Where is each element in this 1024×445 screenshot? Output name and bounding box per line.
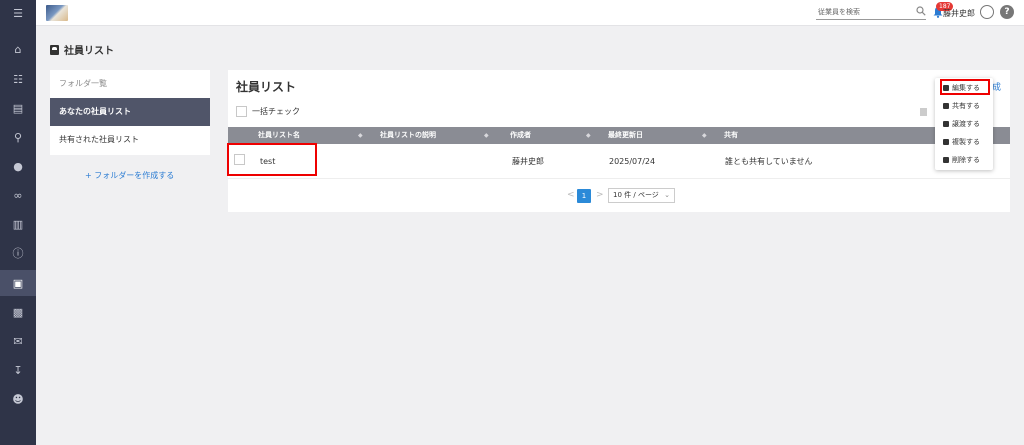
page-size-select[interactable]: 10 件 / ページ ⌄ — [608, 188, 675, 203]
page-size-value: 10 件 / ページ — [613, 191, 659, 199]
folder-item-your-lists[interactable]: あなたの社員リスト — [50, 98, 210, 126]
mail-icon[interactable]: ✉ — [0, 328, 36, 354]
search-icon[interactable] — [916, 6, 926, 16]
menu-icon[interactable]: ☰ — [0, 0, 36, 26]
search-placeholder: 従業員を検索 — [818, 8, 860, 16]
logo[interactable] — [46, 5, 68, 21]
menu-item-share[interactable]: 共有する — [935, 97, 993, 115]
main-panel: 社員リスト 成 一括チェック 社員リスト名 ◆ 社員リストの説明 ◆ 作成者 ◆… — [227, 70, 1010, 212]
document-icon[interactable]: ▤ — [0, 95, 36, 121]
menu-item-copy[interactable]: 複製する — [935, 133, 993, 151]
sort-icon[interactable]: ◆ — [586, 127, 591, 144]
column-header-name[interactable]: 社員リスト名 — [258, 127, 300, 144]
menu-item-label: 削除する — [952, 156, 980, 164]
chart-icon[interactable]: ▥ — [0, 211, 36, 237]
annotation-highlight — [227, 143, 317, 176]
top-bar: 従業員を検索 187 藤井史郎 ? — [36, 0, 1024, 26]
row-updated: 2025/07/24 — [609, 157, 656, 166]
chevron-down-icon: ⌄ — [664, 191, 670, 199]
sort-icon[interactable]: ◆ — [484, 127, 489, 144]
menu-item-label: 複製する — [952, 138, 980, 146]
pagination: < 1 > 10 件 / ページ ⌄ — [228, 188, 1010, 204]
trash-icon — [920, 108, 927, 116]
prev-page-button[interactable]: < — [567, 190, 575, 200]
info-icon[interactable]: ⓘ — [0, 240, 36, 266]
sort-icon[interactable]: ◆ — [358, 127, 363, 144]
avatar[interactable] — [980, 5, 994, 19]
annotation-highlight — [940, 79, 990, 95]
sort-icon[interactable]: ◆ — [702, 127, 707, 144]
next-page-button[interactable]: > — [596, 190, 604, 200]
user-settings-icon[interactable]: ☻ — [0, 386, 36, 412]
row-creator: 藤井史郎 — [512, 157, 544, 166]
menu-item-delete[interactable]: 削除する — [935, 151, 993, 169]
column-header-shared[interactable]: 共有 — [724, 127, 738, 144]
bulk-check[interactable]: 一括チェック — [236, 106, 300, 117]
bulk-check-label: 一括チェック — [252, 107, 300, 116]
help-icon[interactable]: ? — [1000, 5, 1014, 19]
create-list-link[interactable]: 成 — [992, 80, 1001, 93]
column-header-description[interactable]: 社員リストの説明 — [380, 127, 436, 144]
row-shared: 誰とも共有していません — [725, 157, 813, 166]
action-menu: 編集する 共有する 譲渡する 複製する 削除する — [935, 78, 993, 170]
table-row[interactable]: test 藤井史郎 2025/07/24 誰とも共有していません — [227, 143, 1010, 179]
download-icon[interactable]: ↧ — [0, 357, 36, 383]
page-title-text: 社員リスト — [64, 46, 114, 57]
folder-panel: フォルダ一覧 あなたの社員リスト 共有された社員リスト — [50, 70, 210, 155]
list-title: 社員リスト — [236, 80, 297, 94]
column-header-creator[interactable]: 作成者 — [510, 127, 531, 144]
menu-item-label: 共有する — [952, 102, 980, 110]
folder-item-shared-lists[interactable]: 共有された社員リスト — [50, 126, 210, 154]
employee-list-icon — [50, 44, 59, 55]
trash-icon — [943, 157, 949, 163]
org-chart-icon[interactable]: ☷ — [0, 66, 36, 92]
employee-list-icon[interactable]: ▣ — [0, 270, 36, 296]
folder-list-header: フォルダ一覧 — [59, 79, 107, 88]
home-icon[interactable]: ⌂ — [0, 36, 36, 62]
user-name[interactable]: 藤井史郎 — [943, 8, 975, 19]
link-icon[interactable]: ∞ — [0, 182, 36, 208]
table-header: 社員リスト名 ◆ 社員リストの説明 ◆ 作成者 ◆ 最終更新日 ◆ 共有 — [228, 127, 1010, 144]
bulk-checkbox[interactable] — [236, 106, 247, 117]
search-input[interactable]: 従業員を検索 — [816, 7, 926, 20]
search-icon[interactable]: ⚲ — [0, 124, 36, 150]
chat-icon[interactable]: ● — [0, 153, 36, 179]
column-header-updated[interactable]: 最終更新日 — [608, 127, 643, 144]
book-icon[interactable]: ▩ — [0, 299, 36, 325]
share-icon — [943, 103, 949, 109]
menu-item-label: 譲渡する — [952, 120, 980, 128]
copy-icon — [943, 139, 949, 145]
create-folder-link[interactable]: + フォルダーを作成する — [85, 170, 174, 181]
menu-item-transfer[interactable]: 譲渡する — [935, 115, 993, 133]
page-title: 社員リスト — [50, 42, 114, 57]
page-number-button[interactable]: 1 — [577, 189, 591, 203]
transfer-icon — [943, 121, 949, 127]
left-sidebar: ☰ ⌂ ☷ ▤ ⚲ ● ∞ ▥ ⓘ ▣ ▩ ✉ ↧ ☻ — [0, 0, 36, 445]
